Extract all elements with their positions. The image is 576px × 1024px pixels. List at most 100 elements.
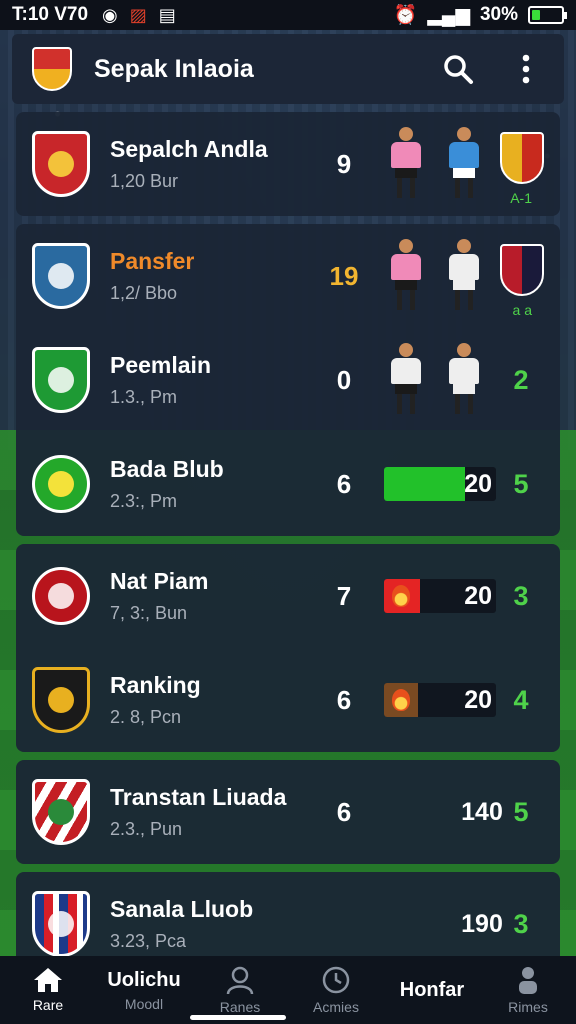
progress-bar: 20	[384, 467, 496, 501]
status-time: T:10 V70	[12, 4, 89, 25]
nav-matches[interactable]: Uolichu Moodl	[99, 969, 189, 1012]
team-row[interactable]: Transtan Liuada 2.3., Pun 6 140 5	[32, 760, 544, 864]
home-icon	[34, 968, 62, 992]
team-card[interactable]: Nat Piam 7, 3:, Bun 7 20 3 Ranking 2. 8,…	[16, 544, 560, 752]
team-row[interactable]: Pansfer 1,2/ Bbo 19 a a	[32, 224, 544, 328]
team-name: Peemlain	[110, 352, 211, 378]
team-name: Ranking	[110, 672, 201, 698]
progress-value: 20	[464, 582, 492, 610]
team-row[interactable]: Ranking 2. 8, Pcn 6 20 4	[32, 648, 544, 752]
team-crest	[32, 131, 90, 197]
nav-label-matches: Moodl	[124, 995, 164, 1012]
team-row[interactable]: Sepalch Andla 1,20 Bur 9 A-1	[32, 112, 544, 216]
search-icon	[444, 55, 473, 84]
team-crest	[32, 347, 90, 413]
team-row[interactable]: Peemlain 1.3., Pm 0 2	[32, 328, 544, 432]
opponent-crest	[500, 132, 544, 184]
nav-home[interactable]: Rare	[3, 967, 93, 1013]
team-score: 6	[336, 684, 352, 715]
nav-title-matches: Uolichu	[107, 968, 181, 991]
battery-level	[532, 10, 541, 20]
right-score: 4	[513, 684, 529, 715]
notification-icon: ◉	[102, 4, 118, 25]
team-name: Sanala Lluob	[110, 896, 254, 922]
progress-bar: 20	[384, 579, 496, 613]
nav-label-ranking: Ranes	[219, 999, 261, 1015]
more-options-button[interactable]	[508, 51, 544, 87]
app-bar: Sepak Inlaoia	[12, 34, 564, 104]
nav-title-honor: Honfar	[399, 978, 465, 1001]
alarm-icon: ⏰	[393, 5, 418, 26]
opponent-crest	[500, 244, 544, 296]
team-score: 0	[336, 364, 352, 395]
team-row[interactable]: Nat Piam 7, 3:, Bun 7 20 3	[32, 544, 544, 648]
team-time: 1,2/ Bbo	[110, 283, 178, 303]
nav-label-home: Rare	[32, 997, 64, 1013]
team-score: 6	[336, 796, 352, 827]
team-score: 19	[329, 260, 359, 291]
battery-percent: 30%	[479, 4, 518, 25]
team-card[interactable]: Sepalch Andla 1,20 Bur 9 A-1	[16, 112, 560, 216]
right-score: 3	[513, 908, 529, 939]
team-name: Transtan Liuada	[110, 784, 287, 810]
team-time: 3.23, Pca	[110, 931, 187, 951]
team-time: 2. 8, Pcn	[110, 707, 182, 727]
points-value: 190	[461, 909, 503, 938]
home-indicator	[190, 1015, 286, 1020]
nav-honor[interactable]: Honfar	[387, 979, 477, 1002]
user-icon	[519, 967, 537, 994]
more-vertical-icon	[522, 54, 530, 84]
team-card[interactable]: Transtan Liuada 2.3., Pun 6 140 5	[16, 760, 560, 864]
player-group	[388, 127, 482, 201]
bottom-navigation: Rare Uolichu Moodl Ranes Acmies Honfar R…	[0, 956, 576, 1024]
player-figure	[446, 127, 482, 201]
team-crest	[32, 779, 90, 845]
team-crest	[32, 891, 90, 957]
app-logo	[32, 47, 72, 91]
team-row[interactable]: Bada Blub 2.3:, Pm 6 20 5	[32, 432, 544, 536]
player-figure	[446, 343, 482, 417]
player-figure	[388, 127, 424, 201]
right-score: 5	[513, 796, 529, 827]
progress-value: 20	[464, 686, 492, 714]
nav-activities[interactable]: Acmies	[291, 965, 381, 1015]
nav-label-profile: Rimes	[508, 999, 548, 1015]
team-list: Sepalch Andla 1,20 Bur 9 A-1 Pansfer 1,2…	[16, 112, 560, 984]
team-name: Sepalch Andla	[110, 136, 268, 162]
player-figure	[388, 239, 424, 313]
team-crest	[32, 567, 90, 625]
flame-icon	[392, 585, 410, 607]
player-figure	[446, 239, 482, 313]
search-button[interactable]	[440, 51, 476, 87]
team-time: 7, 3:, Bun	[110, 603, 188, 623]
team-time: 1,20 Bur	[110, 171, 179, 191]
nav-profile[interactable]: Rimes	[483, 965, 573, 1015]
team-time: 2.3., Pun	[110, 819, 183, 839]
right-score: 2	[513, 364, 529, 395]
app-title: Sepak Inlaoia	[94, 54, 254, 83]
right-score: 5	[513, 468, 529, 499]
team-name: Bada Blub	[110, 456, 224, 482]
muted-icon: ▨	[129, 4, 147, 25]
points-value: 140	[461, 797, 503, 826]
match-label: A-1	[510, 190, 532, 206]
battery-icon	[528, 6, 567, 24]
team-crest	[32, 243, 90, 309]
team-crest	[32, 667, 90, 733]
player-group	[388, 343, 482, 417]
progress-fill	[384, 467, 465, 501]
team-score: 7	[336, 580, 352, 611]
team-card[interactable]: Pansfer 1,2/ Bbo 19 a a Peemlain 1.3., P…	[16, 224, 560, 536]
player-group	[388, 239, 482, 313]
signal-icon: ▂▄▆	[427, 4, 470, 26]
progress-value: 20	[464, 470, 492, 498]
nav-label-activities: Acmies	[313, 999, 359, 1015]
team-time: 1.3., Pm	[110, 387, 178, 407]
player-figure	[388, 343, 424, 417]
team-name: Nat Piam	[110, 568, 209, 594]
clock-icon	[322, 966, 350, 994]
team-name: Pansfer	[110, 248, 195, 274]
nav-ranking[interactable]: Ranes	[195, 965, 285, 1015]
person-icon	[226, 966, 254, 995]
team-time: 2.3:, Pm	[110, 491, 178, 511]
